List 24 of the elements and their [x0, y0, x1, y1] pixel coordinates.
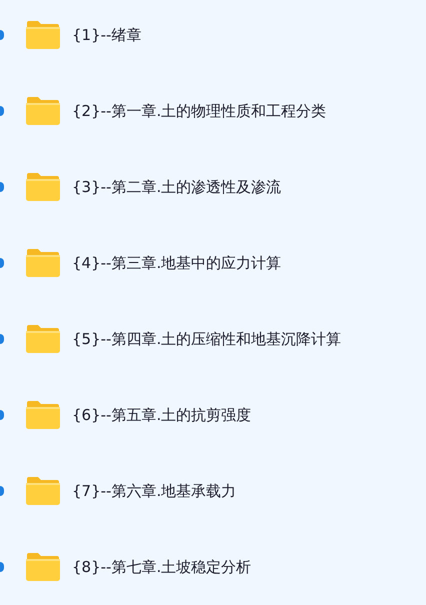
bullet-icon — [0, 334, 4, 344]
bullet-icon — [0, 258, 4, 268]
folder-icon[interactable] — [25, 172, 61, 202]
folder-icon[interactable] — [25, 248, 61, 278]
folder-name[interactable]: {3}--第二章.土的渗透性及渗流 — [72, 178, 282, 196]
folder-icon[interactable] — [25, 20, 61, 50]
bullet-icon — [0, 106, 4, 116]
folder-icon[interactable] — [25, 96, 61, 126]
bullet-icon — [0, 410, 4, 420]
folder-name[interactable]: {1}--绪章 — [72, 26, 142, 44]
bullet-icon — [0, 562, 4, 572]
folder-name[interactable]: {2}--第一章.土的物理性质和工程分类 — [72, 102, 326, 120]
folder-name[interactable]: {7}--第六章.地基承载力 — [72, 482, 236, 500]
folder-icon[interactable] — [25, 476, 61, 506]
folder-name[interactable]: {8}--第七章.土坡稳定分析 — [72, 558, 252, 576]
bullet-icon — [0, 182, 4, 192]
bullet-icon — [0, 486, 4, 496]
bullet-icon — [0, 30, 4, 40]
folder-name[interactable]: {6}--第五章.土的抗剪强度 — [72, 406, 252, 424]
folder-name[interactable]: {4}--第三章.地基中的应力计算 — [72, 254, 282, 272]
folder-name[interactable]: {5}--第四章.土的压缩性和地基沉降计算 — [72, 330, 342, 348]
folder-icon[interactable] — [25, 324, 61, 354]
folder-icon[interactable] — [25, 552, 61, 582]
folder-icon[interactable] — [25, 400, 61, 430]
